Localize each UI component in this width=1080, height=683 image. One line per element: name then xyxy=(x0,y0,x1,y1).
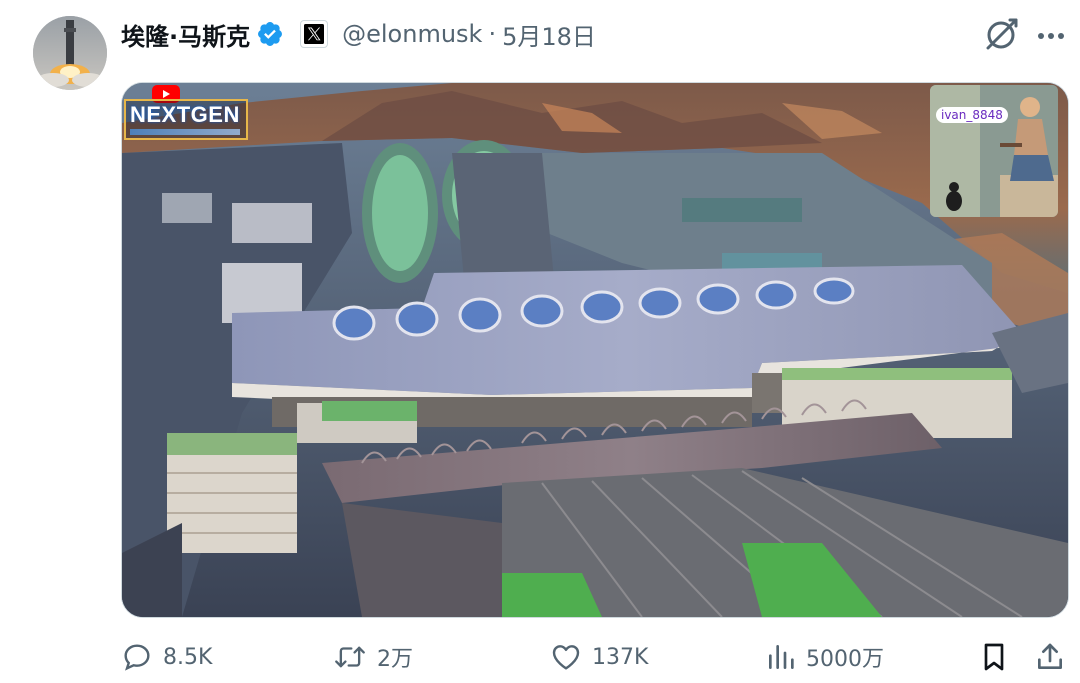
handle[interactable]: @elonmusk xyxy=(342,20,482,48)
action-bar: 8.5K 2万 137K 5000万 xyxy=(0,633,1080,681)
tweet: 埃隆·马斯克 @elonmusk · 5月18日 NEXTGEN ivan_88… xyxy=(0,0,1080,683)
more-icon[interactable] xyxy=(1034,22,1068,50)
post-date[interactable]: 5月18日 xyxy=(502,17,596,52)
grok-icon[interactable] xyxy=(982,16,1020,54)
picture-in-picture-overlay: ivan_8848 xyxy=(930,85,1058,217)
heart-icon xyxy=(552,645,580,670)
retweet-button[interactable]: 2万 xyxy=(333,639,413,675)
reply-button[interactable]: 8.5K xyxy=(121,639,212,675)
bookmark-icon xyxy=(984,643,1004,671)
channel-logo-text: NEXTGEN xyxy=(130,102,240,127)
bookmark-button[interactable] xyxy=(980,639,1008,675)
railway-station-aerial-image xyxy=(122,83,1068,617)
share-button[interactable] xyxy=(1035,639,1065,675)
verified-badge-icon[interactable] xyxy=(256,20,284,48)
views-button[interactable]: 5000万 xyxy=(766,639,884,675)
views-count: 5000万 xyxy=(806,647,884,672)
channel-logo: NEXTGEN xyxy=(124,99,248,140)
display-name[interactable]: 埃隆·马斯克 xyxy=(121,17,250,52)
x-logo-icon[interactable] xyxy=(300,20,329,48)
retweet-count: 2万 xyxy=(377,647,413,672)
views-icon xyxy=(769,645,794,669)
pip-label: ivan_8848 xyxy=(936,107,1008,123)
tweet-header: 埃隆·马斯克 @elonmusk · 5月18日 xyxy=(121,14,596,54)
retweet-icon xyxy=(335,646,365,668)
pip-image xyxy=(930,85,1058,217)
share-icon xyxy=(1038,643,1062,669)
separator-dot: · xyxy=(488,20,497,48)
rocket-launch-image xyxy=(33,16,107,90)
like-button[interactable]: 137K xyxy=(550,639,648,675)
reply-icon xyxy=(124,644,150,671)
reply-count: 8.5K xyxy=(163,644,213,670)
channel-logo-underline xyxy=(130,129,240,135)
post-video[interactable]: NEXTGEN ivan_8848 xyxy=(121,82,1069,618)
like-count: 137K xyxy=(592,644,649,670)
avatar[interactable] xyxy=(33,16,107,90)
